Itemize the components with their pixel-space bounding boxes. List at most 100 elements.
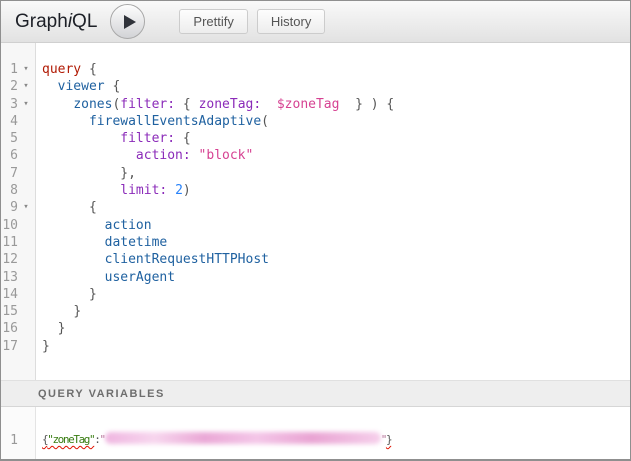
gutter-row: 8	[1, 182, 35, 199]
gutter-row: 9▾	[1, 199, 35, 216]
gutter-row: 16	[1, 320, 35, 337]
code-token	[261, 97, 277, 112]
gutter-row: 11	[1, 234, 35, 251]
variables-editor[interactable]: 1 {"zoneTag":""}	[1, 407, 630, 459]
code-line[interactable]: },	[42, 165, 630, 182]
line-number: 13	[1, 269, 18, 286]
code-token: userAgent	[105, 270, 175, 285]
gutter-row: 13	[1, 269, 35, 286]
fold-arrow-icon[interactable]: ▾	[18, 78, 34, 95]
fold-spacer	[18, 251, 34, 268]
line-number: 8	[1, 182, 18, 199]
code-token: filter:	[120, 131, 175, 146]
fold-spacer	[18, 303, 34, 320]
app-title: GraphiQL	[15, 11, 97, 33]
code-token: datetime	[105, 235, 168, 250]
code-token: query	[42, 62, 81, 77]
code-line[interactable]: action: "block"	[42, 147, 630, 164]
gutter-row: 1▾	[1, 61, 35, 78]
code-token: limit:	[120, 183, 167, 198]
fold-spacer	[18, 338, 34, 355]
query-code[interactable]: query { viewer { zones(filter: { zoneTag…	[36, 43, 630, 380]
fold-spacer	[18, 320, 34, 337]
code-line[interactable]: viewer {	[42, 78, 630, 95]
line-number: 5	[1, 130, 18, 147]
query-editor[interactable]: 1▾2▾3▾456789▾1011121314151617 query { vi…	[1, 43, 630, 380]
prettify-button[interactable]: Prettify	[179, 9, 247, 34]
variables-gutter-row: 1	[1, 432, 35, 449]
fold-spacer	[18, 269, 34, 286]
code-line[interactable]: }	[42, 286, 630, 303]
line-number: 4	[1, 113, 18, 130]
code-token: zones	[73, 97, 112, 112]
code-token	[42, 148, 136, 163]
gutter-row: 12	[1, 251, 35, 268]
code-token	[42, 166, 120, 181]
line-number: 7	[1, 165, 18, 182]
code-token: action:	[136, 148, 191, 163]
code-line[interactable]: }	[42, 320, 630, 337]
code-token: {	[175, 97, 198, 112]
toolbar: GraphiQL Prettify History	[1, 1, 630, 43]
code-token	[42, 183, 120, 198]
fold-spacer	[18, 234, 34, 251]
line-number: 14	[1, 286, 18, 303]
code-line[interactable]: userAgent	[42, 269, 630, 286]
code-token	[42, 114, 89, 129]
code-token	[42, 321, 58, 336]
variables-code[interactable]: {"zoneTag":""}	[36, 407, 630, 459]
execute-query-button[interactable]	[110, 4, 145, 39]
code-token: }	[58, 321, 66, 336]
code-line[interactable]: filter: {	[42, 130, 630, 147]
code-token: {	[89, 200, 97, 215]
fold-spacer	[18, 147, 34, 164]
code-line[interactable]: datetime	[42, 234, 630, 251]
play-icon	[124, 15, 136, 29]
code-line[interactable]: }	[42, 303, 630, 320]
code-token: firewallEventsAdaptive	[89, 114, 261, 129]
gutter-row: 3▾	[1, 96, 35, 113]
code-token: "	[99, 433, 104, 446]
line-number: 9	[1, 199, 18, 216]
code-token: filter:	[120, 97, 175, 112]
fold-spacer	[18, 165, 34, 182]
code-line[interactable]: {	[42, 199, 630, 216]
code-token: viewer	[58, 79, 105, 94]
code-token: }	[73, 304, 81, 319]
line-number: 17	[1, 338, 18, 355]
fold-spacer	[18, 217, 34, 234]
fold-spacer	[18, 113, 34, 130]
code-token	[42, 131, 120, 146]
code-line[interactable]: }	[42, 338, 630, 355]
query-variables-header[interactable]: QUERY VARIABLES	[1, 380, 630, 407]
line-number: 2	[1, 78, 18, 95]
code-line[interactable]: zones(filter: { zoneTag: $zoneTag } ) {	[42, 96, 630, 113]
code-token: },	[120, 166, 136, 181]
line-number: 6	[1, 147, 18, 164]
history-button[interactable]: History	[257, 9, 325, 34]
graphiql-window: GraphiQL Prettify History 1▾2▾3▾456789▾1…	[0, 0, 631, 461]
code-token: "block"	[199, 148, 254, 163]
code-token	[191, 148, 199, 163]
code-token	[42, 97, 73, 112]
code-line[interactable]: query {	[42, 61, 630, 78]
code-line[interactable]: limit: 2)	[42, 182, 630, 199]
code-token	[42, 287, 89, 302]
fold-arrow-icon[interactable]: ▾	[18, 96, 34, 113]
code-line[interactable]: clientRequestHTTPHost	[42, 251, 630, 268]
gutter-row: 17	[1, 338, 35, 355]
line-number: 1	[1, 432, 18, 449]
code-line[interactable]: action	[42, 217, 630, 234]
code-token	[167, 183, 175, 198]
redacted-zone-tag-value	[105, 432, 381, 444]
app-title-ql: QL	[72, 11, 97, 32]
fold-arrow-icon[interactable]: ▾	[18, 61, 34, 78]
fold-arrow-icon[interactable]: ▾	[18, 199, 34, 216]
line-number: 15	[1, 303, 18, 320]
code-token: }	[42, 339, 50, 354]
code-line[interactable]: firewallEventsAdaptive(	[42, 113, 630, 130]
code-token: }	[89, 287, 97, 302]
variables-code-line[interactable]: {"zoneTag":""}	[42, 432, 630, 449]
gutter-row: 2▾	[1, 78, 35, 95]
fold-spacer	[18, 182, 34, 199]
